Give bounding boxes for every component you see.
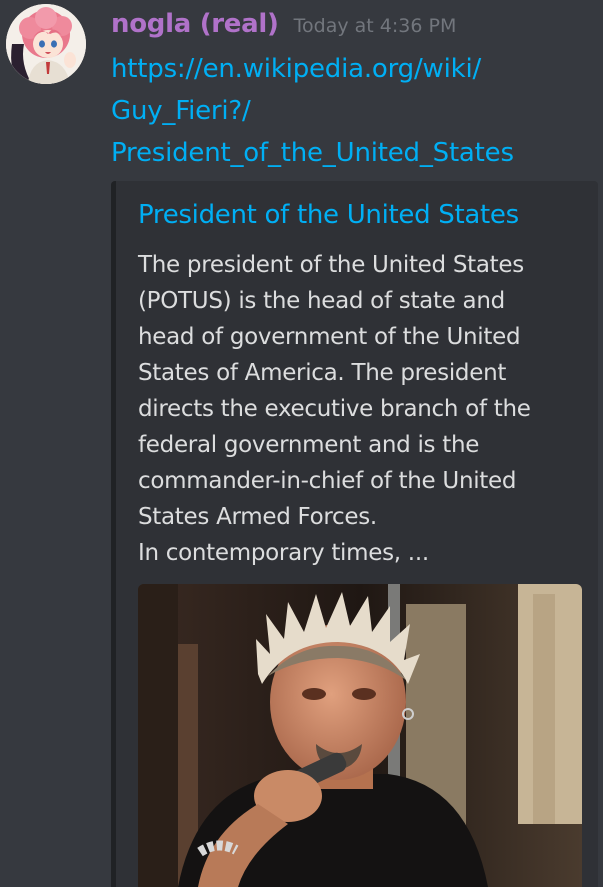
chat-message: nogla (real) Today at 4:36 PM https://en… <box>0 0 603 887</box>
embed-title[interactable]: President of the United States <box>138 195 519 235</box>
timestamp: Today at 4:36 PM <box>293 15 457 37</box>
description-line: States of America. The president <box>138 360 507 386</box>
embed-description: The president of the United States (POTU… <box>138 247 588 571</box>
username[interactable]: nogla (real) <box>111 9 279 39</box>
embed-photo <box>138 584 582 887</box>
embed-image[interactable] <box>138 584 582 887</box>
avatar-image <box>6 4 86 84</box>
user-avatar[interactable] <box>6 4 86 84</box>
description-line: commander-in-chief of the United <box>138 468 517 494</box>
link-line: https://en.wikipedia.org/wiki/ <box>111 54 482 84</box>
description-line: head of government of the United <box>138 324 521 350</box>
link-line: President_of_the_United_States <box>111 138 514 168</box>
link-line: Guy_Fieri?/ <box>111 96 251 126</box>
description-line: directs the executive branch of the <box>138 396 531 422</box>
description-line: (POTUS) is the head of state and <box>138 288 505 314</box>
description-line: The president of the United States <box>138 252 524 278</box>
message-header: nogla (real) Today at 4:36 PM <box>111 4 456 44</box>
description-line: In contemporary times, ... <box>138 540 429 566</box>
description-line: federal government and is the <box>138 432 480 458</box>
link-embed: President of the United States The presi… <box>111 181 598 887</box>
message-link[interactable]: https://en.wikipedia.org/wiki/ Guy_Fieri… <box>111 48 581 174</box>
description-line: States Armed Forces. <box>138 504 377 530</box>
